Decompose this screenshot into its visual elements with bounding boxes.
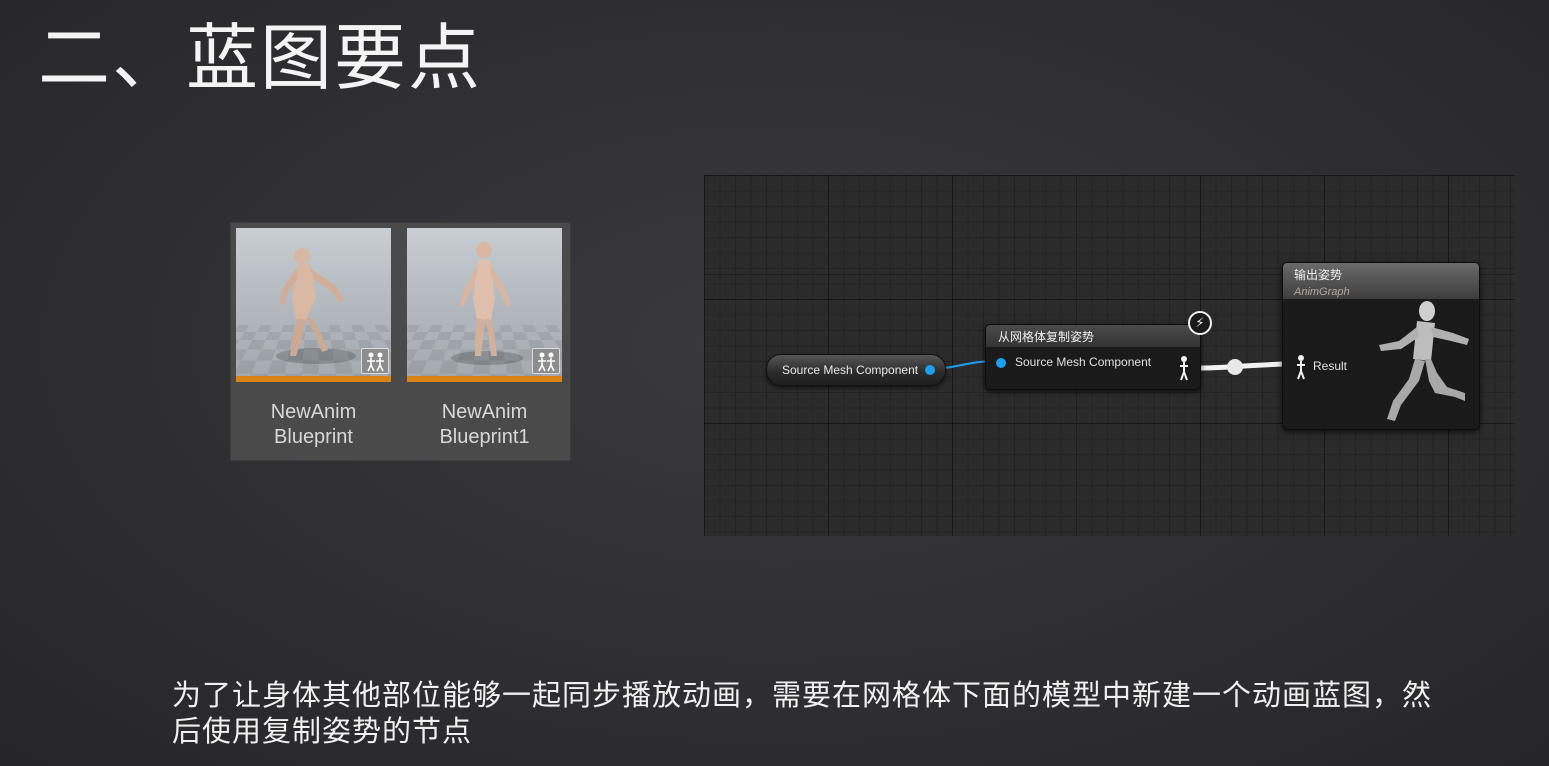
anim-blueprint-icon [361,348,389,374]
anim-graph-canvas[interactable]: Source Mesh Component 从网格体复制姿势 Source Me… [704,175,1515,536]
slide-caption: 为了让身体其他部位能够一起同步播放动画，需要在网格体下面的模型中新建一个动画蓝图… [172,680,1433,748]
pose-pin-icon[interactable] [1178,355,1190,381]
output-pose-node[interactable]: 输出姿势 AnimGraph Result [1282,262,1480,430]
pose-pin-icon[interactable] [1295,354,1307,380]
source-mesh-component-variable-node[interactable]: Source Mesh Component [766,354,946,386]
anim-blueprint-icon [532,348,560,374]
asset-type-bar [407,376,562,382]
asset-tile-newanim-blueprint1[interactable]: NewAnim Blueprint1 [407,228,564,456]
asset-browser-panel: NewAnim Blueprint NewAnim Blueprint1 [231,223,570,460]
fast-path-icon: ⚡ [1188,311,1212,335]
asset-type-bar [236,376,391,382]
asset-tile-newanim-blueprint[interactable]: NewAnim Blueprint [236,228,393,456]
mannequin-icon [1379,301,1469,421]
slide-title: 二、蓝图要点 [38,16,483,100]
copy-pose-from-mesh-node[interactable]: 从网格体复制姿势 Source Mesh Component [985,324,1201,390]
wire-reroute-knot [1227,359,1243,375]
source-mesh-input-pin[interactable] [996,358,1006,368]
object-output-pin[interactable] [925,365,935,375]
asset-name: NewAnim Blueprint1 [439,401,530,448]
asset-name: NewAnim Blueprint [270,401,357,448]
